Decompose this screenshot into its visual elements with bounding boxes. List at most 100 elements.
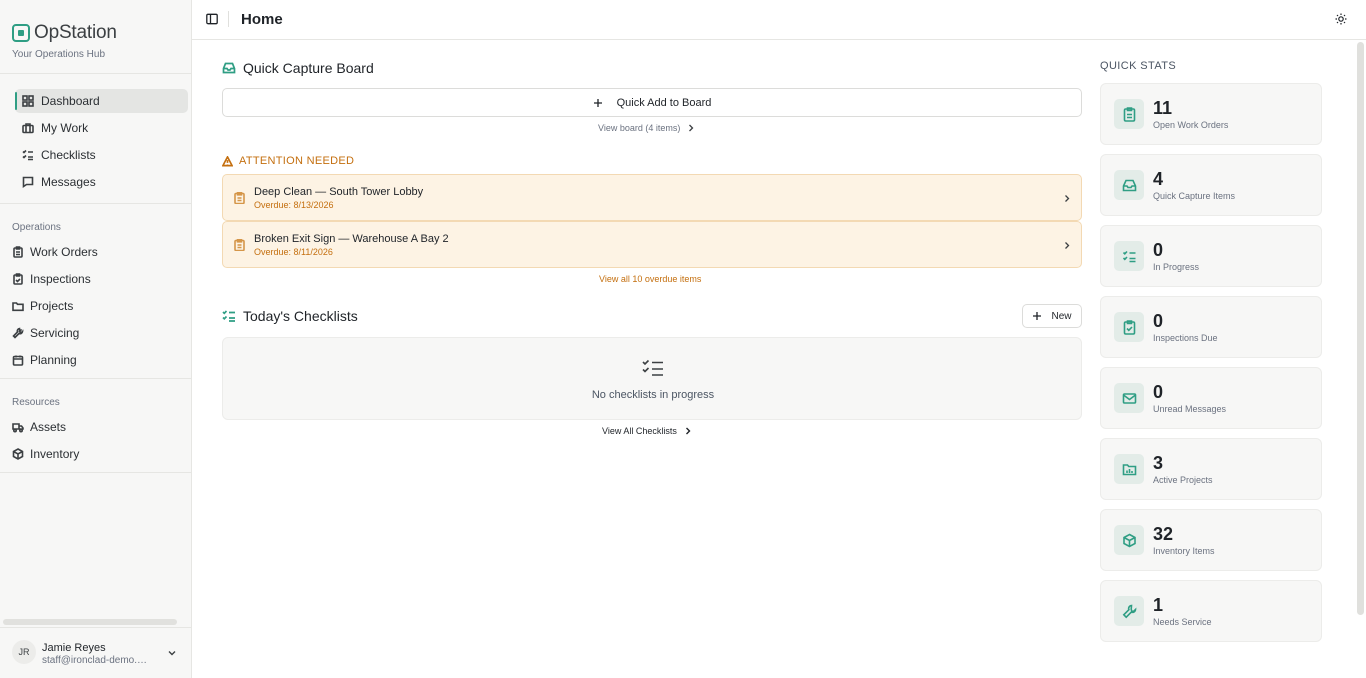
avatar: JR	[12, 640, 36, 664]
attention-title: ATTENTION NEEDED	[239, 155, 355, 167]
box-icon	[1122, 533, 1136, 547]
brand-name: OpStation	[34, 22, 117, 43]
stat-label: Inspections Due	[1153, 333, 1218, 343]
stat-card-open-work-orders[interactable]: 11 Open Work Orders	[1100, 83, 1322, 145]
sidebar-item-inspections[interactable]: Inspections	[12, 267, 185, 291]
attention-heading: ATTENTION NEEDED	[222, 155, 354, 167]
sidebar-item-label: Planning	[30, 353, 77, 367]
stat-card-unread-messages[interactable]: 0 Unread Messages	[1100, 367, 1322, 429]
stat-value: 32	[1153, 524, 1174, 544]
stat-icon	[1114, 525, 1144, 555]
sidebar-scrollbar[interactable]	[3, 619, 177, 625]
stat-icon	[1114, 241, 1144, 271]
inbox-icon	[1122, 179, 1136, 191]
sidebar-item-servicing[interactable]: Servicing	[12, 321, 185, 345]
section-label-resources: Resources	[12, 397, 60, 408]
stat-label: Needs Service	[1153, 617, 1212, 627]
sidebar-item-label: Inventory	[30, 447, 80, 461]
stat-card-in-progress[interactable]: 0 In Progress	[1100, 225, 1322, 287]
stat-card-needs-service[interactable]: 1 Needs Service	[1100, 580, 1322, 642]
empty-state-text: No checklists in progress	[591, 389, 715, 401]
stat-card-active-projects[interactable]: 3 Active Projects	[1100, 438, 1322, 500]
sidebar-item-assets[interactable]: Assets	[12, 415, 185, 439]
wrench-icon	[12, 327, 24, 339]
sidebar-item-messages[interactable]: Messages	[15, 170, 188, 194]
view-all-overdue-link[interactable]: View all 10 overdue items	[599, 274, 701, 284]
inbox-icon	[222, 62, 236, 74]
main-scrollbar[interactable]	[1357, 42, 1364, 615]
overdue-item-title: Deep Clean — South Tower Lobby	[254, 186, 424, 198]
sidebar-item-my-work[interactable]: My Work	[15, 116, 188, 140]
user-name: Jamie Reyes	[42, 642, 106, 654]
plus-icon	[1033, 312, 1042, 320]
sidebar-item-dashboard[interactable]: Dashboard	[15, 89, 188, 113]
sidebar-item-work-orders[interactable]: Work Orders	[12, 240, 185, 264]
quick-add-button[interactable]: Quick Add to Board	[222, 88, 1082, 117]
chevron-right-icon	[1065, 195, 1070, 202]
view-board-label: View board (4 items)	[598, 123, 681, 133]
stat-icon	[1114, 596, 1144, 626]
stat-value: 11	[1153, 98, 1173, 118]
clipboard-icon	[234, 239, 245, 251]
sidebar-item-projects[interactable]: Projects	[12, 294, 185, 318]
section-title: Quick Capture Board	[243, 60, 374, 76]
folder-icon	[12, 302, 24, 312]
stat-value: 1	[1153, 595, 1164, 615]
sidebar-item-label: Servicing	[30, 326, 80, 340]
stat-card-inspections-due[interactable]: 0 Inspections Due	[1100, 296, 1322, 358]
sidebar: OpStation Your Operations Hub Dashboard …	[0, 0, 192, 678]
sidebar-toggle-icon[interactable]	[206, 13, 218, 25]
stat-value: 3	[1153, 453, 1164, 473]
clipboard-icon	[13, 246, 23, 258]
stat-label: Quick Capture Items	[1153, 191, 1236, 201]
stat-value: 0	[1153, 311, 1164, 331]
stat-card-quick-capture-items[interactable]: 4 Quick Capture Items	[1100, 154, 1322, 216]
page-title: Home	[241, 11, 283, 28]
overdue-item[interactable]: Deep Clean — South Tower Lobby Overdue: …	[222, 174, 1082, 221]
sidebar-item-label: Work Orders	[30, 245, 98, 259]
checklist-icon	[22, 149, 33, 161]
new-checklist-button[interactable]: New	[1022, 304, 1082, 328]
stat-label: Inventory Items	[1153, 546, 1215, 556]
view-all-checklists-link[interactable]: View All Checklists	[602, 426, 691, 436]
stat-icon	[1114, 312, 1144, 342]
clipboard-icon	[234, 192, 245, 204]
sidebar-item-planning[interactable]: Planning	[12, 348, 185, 372]
theme-toggle-icon[interactable]	[1335, 13, 1347, 25]
stat-card-inventory-items[interactable]: 32 Inventory Items	[1100, 509, 1322, 571]
sidebar-item-label: Messages	[41, 175, 96, 189]
sidebar-item-label: Inspections	[30, 272, 91, 286]
new-checklist-label: New	[1051, 310, 1072, 322]
overdue-item[interactable]: Broken Exit Sign — Warehouse A Bay 2 Ove…	[222, 221, 1082, 268]
truck-icon	[12, 423, 24, 433]
top-bar: Home	[192, 0, 1366, 40]
overdue-item-date: Overdue: 8/13/2026	[254, 200, 334, 210]
user-menu[interactable]: JR Jamie Reyes staff@ironclad-demo.com	[0, 627, 191, 678]
view-all-checklists-label: View All Checklists	[602, 426, 677, 436]
stat-icon	[1114, 99, 1144, 129]
message-icon	[22, 176, 34, 188]
divider	[0, 378, 191, 379]
warning-icon	[222, 155, 233, 166]
briefcase-icon	[22, 123, 34, 134]
stat-icon	[1114, 454, 1144, 484]
quick-stats-title: QUICK STATS	[1100, 60, 1177, 72]
wrench-icon	[1122, 604, 1136, 618]
divider	[0, 73, 191, 74]
sidebar-item-inventory[interactable]: Inventory	[12, 442, 185, 466]
section-title: Today's Checklists	[243, 308, 358, 324]
dashboard-icon	[22, 95, 34, 107]
clipboard-icon	[1123, 106, 1135, 122]
view-board-link[interactable]: View board (4 items)	[598, 123, 694, 133]
checklists-heading: Today's Checklists	[222, 308, 358, 324]
stat-label: Open Work Orders	[1153, 120, 1229, 130]
stat-value: 0	[1153, 382, 1164, 402]
stat-label: Unread Messages	[1153, 404, 1227, 414]
clipboard-check-icon	[1123, 319, 1135, 335]
brand-logo-icon	[12, 24, 30, 42]
brand: OpStation Your Operations Hub	[12, 22, 117, 60]
sidebar-item-checklists[interactable]: Checklists	[15, 143, 188, 167]
divider	[228, 11, 229, 27]
stat-icon	[1114, 383, 1144, 413]
chevron-right-icon	[689, 124, 694, 132]
